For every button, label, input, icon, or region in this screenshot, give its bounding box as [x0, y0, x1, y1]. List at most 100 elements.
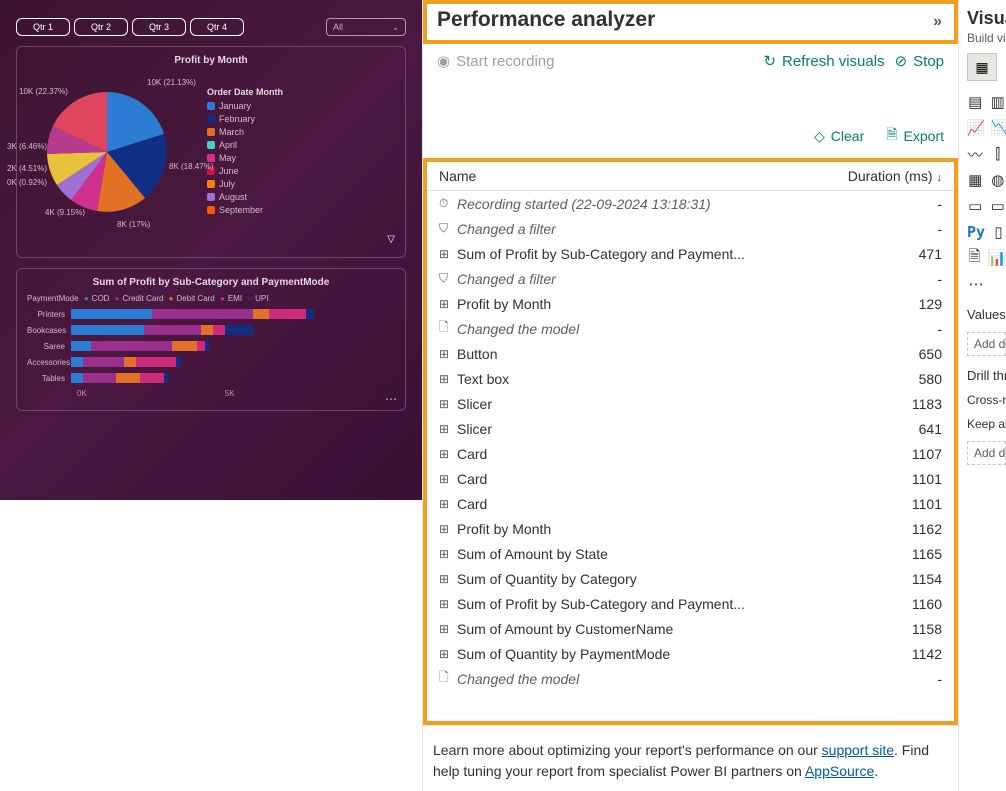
ribbon-chart-icon[interactable]: 〰 — [967, 145, 984, 163]
perf-result-row[interactable]: ⊞Sum of Amount by CustomerName1158 — [427, 616, 954, 641]
bar-segment[interactable] — [144, 325, 201, 335]
python-visual-icon[interactable]: Py — [967, 223, 985, 241]
bar-segment[interactable] — [83, 357, 124, 367]
bar-segment[interactable] — [140, 373, 164, 383]
bar-segment[interactable] — [205, 341, 209, 351]
perf-result-row[interactable]: ⊞Card1101 — [427, 466, 954, 491]
line-chart-icon[interactable]: 📈 — [967, 119, 985, 137]
bar-segment[interactable] — [71, 357, 83, 367]
legend-label: September — [219, 205, 263, 215]
perf-result-row[interactable]: ⏱Recording started (22-09-2024 13:18:31)… — [427, 191, 954, 216]
bar-segment[interactable] — [91, 341, 172, 351]
bar-track — [71, 341, 395, 351]
bar-segment[interactable] — [176, 357, 180, 367]
matrix-icon[interactable]: ▦ — [967, 171, 984, 189]
perf-result-row[interactable]: ⊞Sum of Amount by State1165 — [427, 541, 954, 566]
bar-segment[interactable] — [83, 373, 115, 383]
quarter-button[interactable]: Qtr 2 — [74, 18, 128, 36]
bar-segment[interactable] — [71, 341, 91, 351]
bar-segment[interactable] — [164, 373, 168, 383]
bar-segment[interactable] — [71, 325, 144, 335]
perf-result-row[interactable]: ⊞Button650 — [427, 341, 954, 366]
column-header-name[interactable]: Name — [439, 168, 812, 184]
bar-segment[interactable] — [269, 309, 305, 319]
multi-card-icon[interactable]: ▭ — [990, 197, 1006, 215]
values-field-well[interactable]: Add data fields here — [967, 332, 1006, 356]
collapse-panel-icon[interactable]: » — [933, 13, 942, 31]
quarter-button[interactable]: Qtr 3 — [132, 18, 186, 36]
bar-segment[interactable] — [71, 309, 152, 319]
perf-result-row[interactable]: ⊞Slicer1183 — [427, 391, 954, 416]
perf-result-row[interactable]: ⊞Card1101 — [427, 491, 954, 516]
bar-segment[interactable] — [197, 341, 205, 351]
support-site-link[interactable]: support site — [822, 742, 894, 758]
quarter-button[interactable]: Qtr 4 — [190, 18, 244, 36]
legend-item[interactable]: June — [207, 166, 283, 176]
bar-segment[interactable] — [116, 373, 140, 383]
column-header-duration[interactable]: Duration (ms)↓ — [812, 168, 942, 184]
bar-segment[interactable] — [172, 341, 196, 351]
plus-icon: ⊞ — [439, 647, 457, 661]
perf-result-row[interactable]: ⊞Sum of Profit by Sub-Category and Payme… — [427, 591, 954, 616]
perf-result-row[interactable]: 🗋Changed the model- — [427, 316, 954, 341]
legend-item[interactable]: August — [207, 192, 283, 202]
legend-item[interactable]: January — [207, 101, 283, 111]
area-chart-icon[interactable]: 📉 — [991, 119, 1006, 137]
stacked-bar-icon[interactable]: ▤ — [967, 93, 984, 111]
stop-button[interactable]: ⊘ Stop — [895, 52, 944, 70]
doc-icon: 🗋 — [439, 318, 457, 339]
legend-item[interactable]: ●UPI — [245, 294, 268, 303]
expand-chevron-icon[interactable]: ▽ — [27, 234, 395, 245]
legend-item[interactable]: May — [207, 153, 283, 163]
export-button[interactable]: 🗎 Export — [886, 124, 944, 148]
perf-result-row[interactable]: ⊞Text box580 — [427, 366, 954, 391]
waterfall-icon[interactable]: ⫿ — [990, 145, 1006, 163]
profit-by-subcat-visual[interactable]: Sum of Profit by Sub-Category and Paymen… — [16, 268, 406, 411]
bar-segment[interactable] — [71, 373, 83, 383]
legend-item[interactable]: April — [207, 140, 283, 150]
legend-item[interactable]: ●Debit Card — [166, 294, 214, 303]
bar-segment[interactable] — [136, 357, 177, 367]
legend-item[interactable]: March — [207, 127, 283, 137]
column-chart-icon[interactable]: 📊 — [988, 249, 1006, 267]
legend-swatch — [207, 180, 215, 188]
perf-result-row[interactable]: 🗋Changed the model- — [427, 666, 954, 691]
bar-segment[interactable] — [253, 309, 269, 319]
more-options-icon[interactable]: ⋯ — [385, 392, 399, 406]
paginated-icon[interactable]: 🗎 — [967, 249, 982, 267]
bar-segment[interactable] — [152, 309, 253, 319]
legend-item[interactable]: ●COD — [84, 294, 110, 303]
clustered-bar-icon[interactable]: ▥ — [990, 93, 1006, 111]
clear-button[interactable]: ◇ Clear — [814, 124, 864, 148]
build-visual-tab[interactable]: ▦ — [967, 53, 997, 81]
key-influencers-icon[interactable]: ▯ — [991, 223, 1006, 241]
bar-segment[interactable] — [124, 357, 136, 367]
perf-result-row[interactable]: ⊞Slicer641 — [427, 416, 954, 441]
legend-item[interactable]: September — [207, 205, 283, 215]
perf-result-row[interactable]: ⊞Profit by Month129 — [427, 291, 954, 316]
table-icon[interactable]: ◍ — [990, 171, 1006, 189]
appsource-link[interactable]: AppSource — [805, 763, 874, 779]
legend-item[interactable]: ●Credit Card — [112, 294, 163, 303]
perf-result-row[interactable]: ⊞Card1107 — [427, 441, 954, 466]
card-icon[interactable]: ▭ — [967, 197, 984, 215]
perf-result-row[interactable]: ⛉Changed a filter- — [427, 266, 954, 291]
bar-segment[interactable] — [213, 325, 225, 335]
slicer-dropdown[interactable]: All ⌄ — [326, 18, 406, 36]
perf-result-row[interactable]: ⊞Sum of Quantity by Category1154 — [427, 566, 954, 591]
perf-result-row[interactable]: ⊞Sum of Profit by Sub-Category and Payme… — [427, 241, 954, 266]
quarter-button[interactable]: Qtr 1 — [16, 18, 70, 36]
perf-result-row[interactable]: ⊞Sum of Quantity by PaymentMode1142 — [427, 641, 954, 666]
refresh-visuals-button[interactable]: ↻ Refresh visuals — [763, 52, 884, 70]
profit-by-month-visual[interactable]: Profit by Month 10K (21.13%) — [16, 46, 406, 258]
legend-item[interactable]: July — [207, 179, 283, 189]
perf-result-row[interactable]: ⊞Profit by Month1162 — [427, 516, 954, 541]
legend-item[interactable]: ●EMI — [218, 294, 242, 303]
more-visuals-icon[interactable]: ⋯ — [967, 275, 985, 293]
drill-field-well[interactable]: Add drill-through fields here — [967, 441, 1006, 465]
perf-result-row[interactable]: ⛉Changed a filter- — [427, 216, 954, 241]
legend-item[interactable]: February — [207, 114, 283, 124]
bar-segment[interactable] — [225, 325, 253, 335]
bar-segment[interactable] — [306, 309, 314, 319]
bar-segment[interactable] — [201, 325, 213, 335]
